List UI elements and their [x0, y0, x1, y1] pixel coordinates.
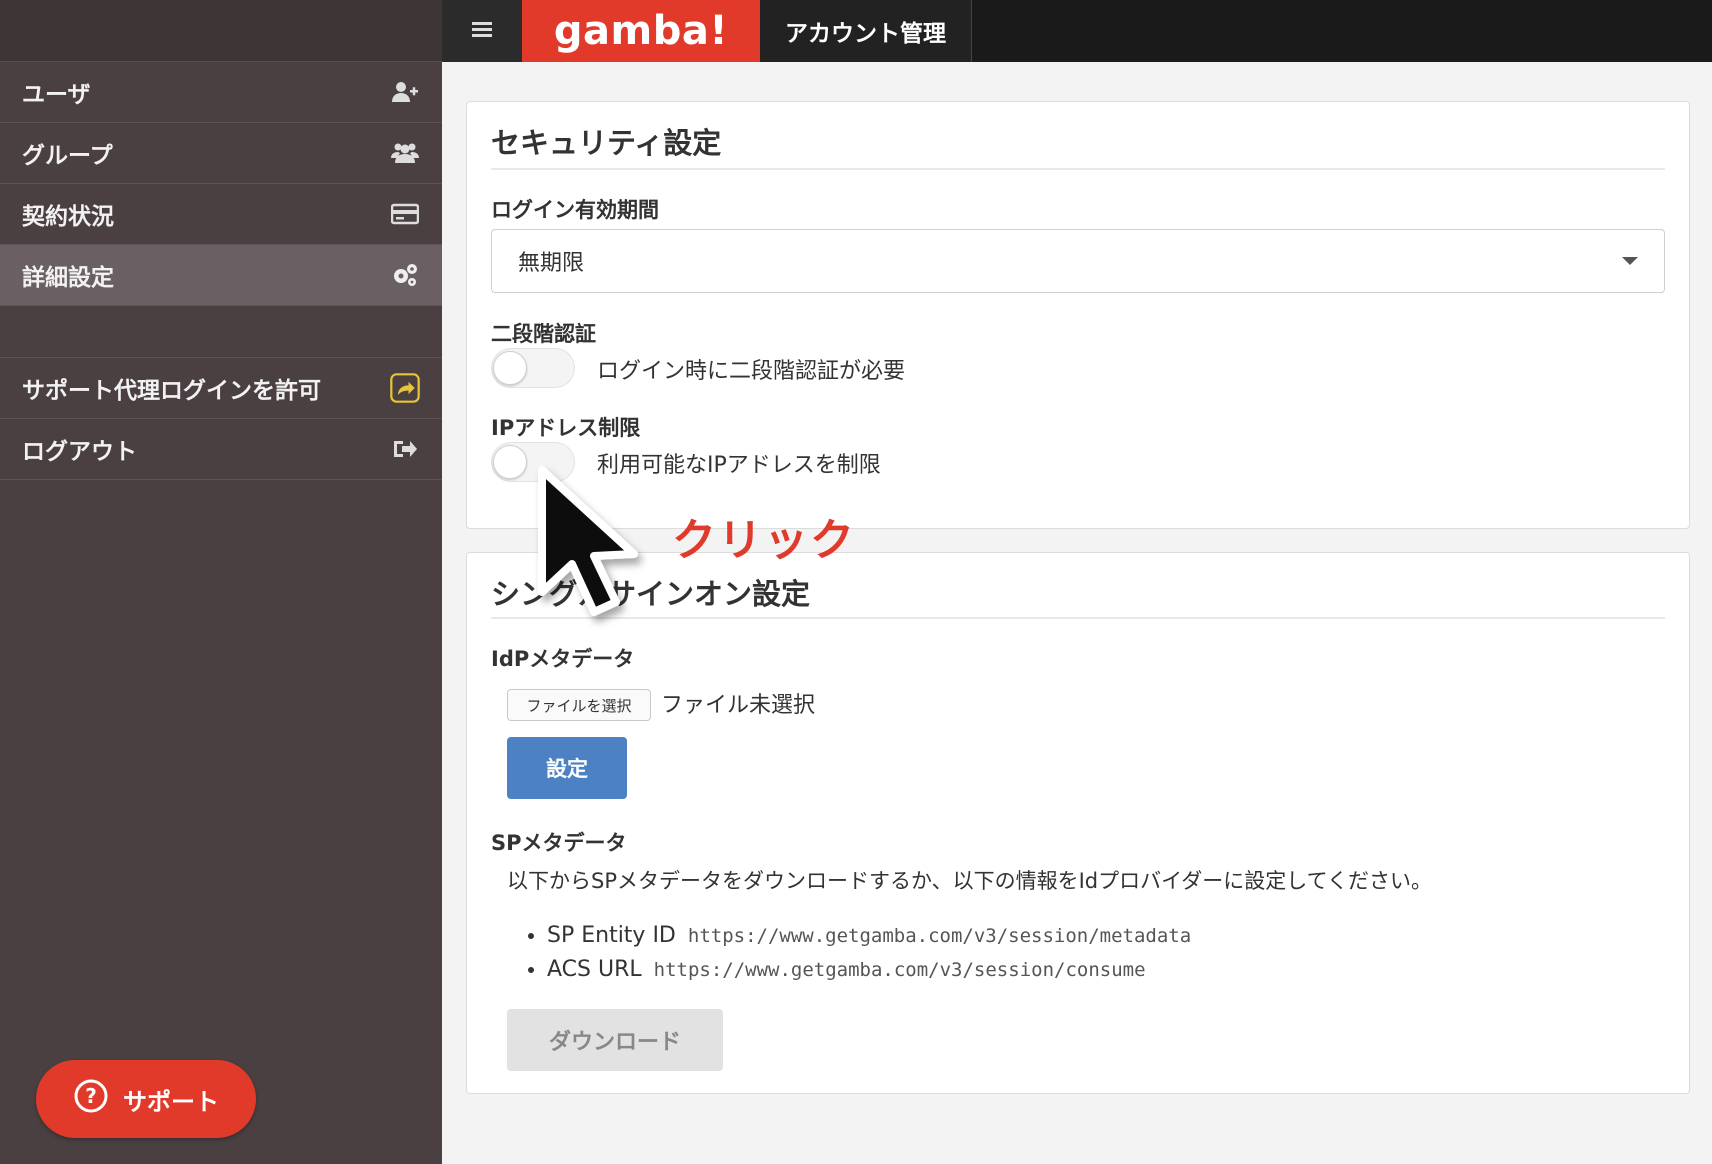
sidebar-item-advanced-settings[interactable]: 詳細設定: [0, 245, 442, 306]
sidebar-item-label: ユーザ: [22, 82, 91, 108]
sp-description: 以下からSPメタデータをダウンロードするか、以下の情報をIdプロバイダーに設定し…: [507, 869, 1432, 893]
toggle-knob: [493, 351, 527, 385]
idp-metadata-label: IdPメタデータ: [491, 647, 635, 671]
two-factor-label: 二段階認証: [491, 322, 596, 346]
sidebar-spacer: [0, 306, 442, 358]
brand-logo[interactable]: gamba!: [522, 0, 760, 62]
acs-url-label: ACS URL: [547, 957, 642, 982]
divider: [491, 168, 1665, 170]
help-icon: ?: [73, 1078, 109, 1120]
group-icon: [390, 138, 420, 168]
app-window: ユーザ グループ 契約状況 詳細設定 サポート代理ログインを許可 ログアウト ?…: [0, 0, 1712, 1164]
add-user-icon: [390, 77, 420, 107]
login-period-select[interactable]: 無期限: [491, 229, 1665, 293]
sidebar-item-contract[interactable]: 契約状況: [0, 184, 442, 245]
download-button[interactable]: ダウンロード: [507, 1009, 723, 1071]
logout-icon: [390, 434, 420, 464]
sidebar-item-support-login[interactable]: サポート代理ログインを許可: [0, 358, 442, 419]
login-period-value: 無期限: [518, 251, 585, 276]
acs-url-value: https://www.getgamba.com/v3/session/cons…: [653, 959, 1146, 981]
two-factor-text: ログイン時に二段階認証が必要: [597, 359, 906, 384]
gears-icon: [390, 260, 420, 290]
sidebar: ユーザ グループ 契約状況 詳細設定 サポート代理ログインを許可 ログアウト ?…: [0, 0, 442, 1164]
sso-settings-panel: シングルサインオン設定 IdPメタデータ ファイルを選択 ファイル未選択 設定 …: [466, 552, 1690, 1094]
support-button[interactable]: ? サポート: [36, 1060, 256, 1138]
ip-restriction-label: IPアドレス制限: [491, 416, 641, 440]
sidebar-item-users[interactable]: ユーザ: [0, 62, 442, 123]
credit-card-icon: [390, 199, 420, 229]
hamburger-icon: [470, 19, 494, 43]
entity-id-value: https://www.getgamba.com/v3/session/meta…: [687, 925, 1192, 947]
sidebar-item-label: 詳細設定: [22, 265, 114, 291]
file-status: ファイル未選択: [661, 693, 816, 718]
menu-button[interactable]: [442, 0, 522, 62]
support-button-label: サポート: [123, 1087, 219, 1116]
sidebar-item-label: ログアウト: [22, 439, 137, 465]
sidebar-item-logout[interactable]: ログアウト: [0, 419, 442, 480]
sidebar-item-label: サポート代理ログインを許可: [22, 378, 321, 404]
login-period-label: ログイン有効期間: [491, 198, 659, 222]
top-header: gamba! アカウント管理: [442, 0, 1712, 62]
set-button[interactable]: 設定: [507, 737, 627, 799]
sidebar-item-label: グループ: [22, 143, 113, 169]
click-annotation: クリック: [672, 515, 856, 566]
toggle-knob: [493, 445, 527, 479]
caret-down-icon: [1622, 257, 1638, 265]
entity-id-label: SP Entity ID: [547, 923, 676, 948]
two-factor-toggle[interactable]: [491, 348, 575, 388]
sp-info-list: SP Entity ID https://www.getgamba.com/v3/…: [527, 919, 1191, 987]
sidebar-top: [0, 0, 442, 62]
list-item: SP Entity ID https://www.getgamba.com/v3/…: [547, 919, 1191, 953]
page-title: アカウント管理: [760, 0, 972, 62]
sp-metadata-label: SPメタデータ: [491, 831, 627, 855]
choose-file-button[interactable]: ファイルを選択: [507, 689, 651, 721]
sidebar-item-groups[interactable]: グループ: [0, 123, 442, 184]
security-settings-title: セキュリティ設定: [491, 126, 722, 160]
sidebar-item-label: 契約状況: [22, 204, 114, 230]
list-item: ACS URL https://www.getgamba.com/v3/sessi…: [547, 953, 1191, 987]
mouse-cursor-icon: [538, 466, 638, 616]
svg-text:?: ?: [85, 1084, 97, 1108]
share-icon[interactable]: [390, 373, 420, 403]
